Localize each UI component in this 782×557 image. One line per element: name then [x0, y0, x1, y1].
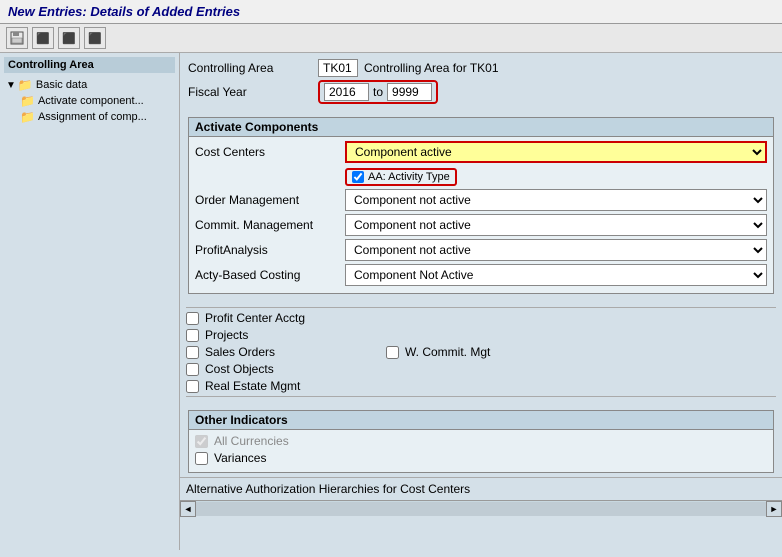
scroll-left-button[interactable]: ◄	[180, 501, 196, 517]
acty-based-costing-label: Acty-Based Costing	[195, 268, 345, 282]
all-currencies-label: All Currencies	[214, 434, 289, 448]
cost-objects-row: Cost Objects	[186, 362, 776, 376]
real-estate-checkbox[interactable]	[186, 380, 199, 393]
tree-arrow-basic: ▼	[6, 80, 16, 91]
commit-management-select[interactable]: Component not active Component active	[345, 214, 767, 236]
fiscal-year-to-label: to	[373, 85, 383, 99]
activity-type-badge: AA: Activity Type	[345, 168, 457, 186]
all-currencies-row: All Currencies	[195, 434, 767, 448]
page-title: New Entries: Details of Added Entries	[8, 4, 240, 19]
cost-centers-row: Cost Centers Component active Component …	[195, 141, 767, 163]
other-button[interactable]: ⬛	[84, 27, 106, 49]
toolbar: ⬛ ⬛ ⬛	[0, 24, 782, 53]
acty-based-costing-row: Acty-Based Costing Component Not Active …	[195, 264, 767, 286]
profit-center-checkbox[interactable]	[186, 312, 199, 325]
order-management-select[interactable]: Component not active Component active	[345, 189, 767, 211]
w-commit-mgt-checkbox[interactable]	[386, 346, 399, 359]
activate-components-content: Cost Centers Component active Component …	[189, 137, 773, 293]
forward-button[interactable]: ⬛	[58, 27, 80, 49]
real-estate-label: Real Estate Mgmt	[205, 379, 300, 393]
sidebar-label-assignment: Assignment of comp...	[38, 111, 147, 123]
commit-management-row: Commit. Management Component not active …	[195, 214, 767, 236]
cost-objects-checkbox[interactable]	[186, 363, 199, 376]
checkbox-section: Profit Center Acctg Projects Sales Order…	[180, 298, 782, 406]
fiscal-year-to-input[interactable]	[387, 83, 432, 101]
save-button[interactable]	[6, 27, 28, 49]
commit-management-label: Commit. Management	[195, 218, 345, 232]
folder-icon-activate: 📁	[20, 94, 35, 108]
variances-checkbox[interactable]	[195, 452, 208, 465]
profit-analysis-select[interactable]: Component not active Component active	[345, 239, 767, 261]
activate-components-section: Activate Components Cost Centers Compone…	[188, 117, 774, 294]
folder-icon-basic: 📁	[18, 78, 33, 92]
sidebar: Controlling Area ▼ 📁 Basic data 📁 Activa…	[0, 53, 180, 550]
sidebar-item-assignment[interactable]: 📁 Assignment of comp...	[18, 109, 175, 125]
sidebar-label-basic-data: Basic data	[36, 79, 87, 91]
sidebar-item-basic-data[interactable]: ▼ 📁 Basic data	[4, 77, 175, 93]
cost-centers-label: Cost Centers	[195, 145, 345, 159]
cost-centers-select[interactable]: Component active Component not active	[345, 141, 767, 163]
variances-label: Variances	[214, 451, 266, 465]
sidebar-item-activate[interactable]: 📁 Activate component...	[18, 93, 175, 109]
order-management-label: Order Management	[195, 193, 345, 207]
other-indicators-header: Other Indicators	[189, 411, 773, 430]
back-button[interactable]: ⬛	[32, 27, 54, 49]
fiscal-year-from-input[interactable]	[324, 83, 369, 101]
profit-center-row: Profit Center Acctg	[186, 311, 776, 325]
profit-analysis-row: ProfitAnalysis Component not active Comp…	[195, 239, 767, 261]
sidebar-title: Controlling Area	[4, 57, 175, 73]
alt-auth-label: Alternative Authorization Hierarchies fo…	[186, 482, 470, 496]
fiscal-year-label: Fiscal Year	[188, 85, 318, 99]
sales-orders-row: Sales Orders W. Commit. Mgt	[186, 345, 776, 359]
controlling-area-code: TK01	[318, 59, 358, 77]
acty-based-costing-select[interactable]: Component Not Active Component active	[345, 264, 767, 286]
main-layout: Controlling Area ▼ 📁 Basic data 📁 Activa…	[0, 53, 782, 550]
sales-orders-checkbox[interactable]	[186, 346, 199, 359]
other-indicators-section: Other Indicators All Currencies Variance…	[188, 410, 774, 473]
profit-center-label: Profit Center Acctg	[205, 311, 305, 325]
w-commit-mgt-label: W. Commit. Mgt	[405, 345, 490, 359]
alt-auth-row: Alternative Authorization Hierarchies fo…	[180, 477, 782, 500]
controlling-area-label: Controlling Area	[188, 61, 318, 75]
projects-label: Projects	[205, 328, 248, 342]
scroll-right-button[interactable]: ►	[766, 501, 782, 517]
activate-components-header: Activate Components	[189, 118, 773, 137]
controlling-area-row: Controlling Area TK01 Controlling Area f…	[188, 59, 774, 77]
projects-row: Projects	[186, 328, 776, 342]
title-bar: New Entries: Details of Added Entries	[0, 0, 782, 24]
info-section: Controlling Area TK01 Controlling Area f…	[180, 53, 782, 113]
activity-type-label: AA: Activity Type	[368, 171, 450, 183]
sidebar-label-activate: Activate component...	[38, 95, 144, 107]
profit-analysis-label: ProfitAnalysis	[195, 243, 345, 257]
all-currencies-checkbox	[195, 435, 208, 448]
other-indicators-content: All Currencies Variances	[189, 430, 773, 472]
variances-row: Variances	[195, 451, 767, 465]
sales-orders-label: Sales Orders	[205, 345, 275, 359]
controlling-area-name: Controlling Area for TK01	[364, 61, 499, 75]
divider-2	[186, 396, 776, 397]
order-management-row: Order Management Component not active Co…	[195, 189, 767, 211]
fiscal-year-group: to	[318, 80, 438, 104]
save-icon	[10, 31, 24, 45]
divider-1	[186, 307, 776, 308]
projects-checkbox[interactable]	[186, 329, 199, 342]
fiscal-year-row: Fiscal Year to	[188, 80, 774, 104]
cost-objects-label: Cost Objects	[205, 362, 274, 376]
activity-type-checkbox[interactable]	[352, 171, 364, 183]
folder-icon-assignment: 📁	[20, 110, 35, 124]
content-area: Controlling Area TK01 Controlling Area f…	[180, 53, 782, 550]
horizontal-scrollbar: ◄ ►	[180, 500, 782, 516]
real-estate-row: Real Estate Mgmt	[186, 379, 776, 393]
scroll-track[interactable]	[196, 502, 766, 516]
